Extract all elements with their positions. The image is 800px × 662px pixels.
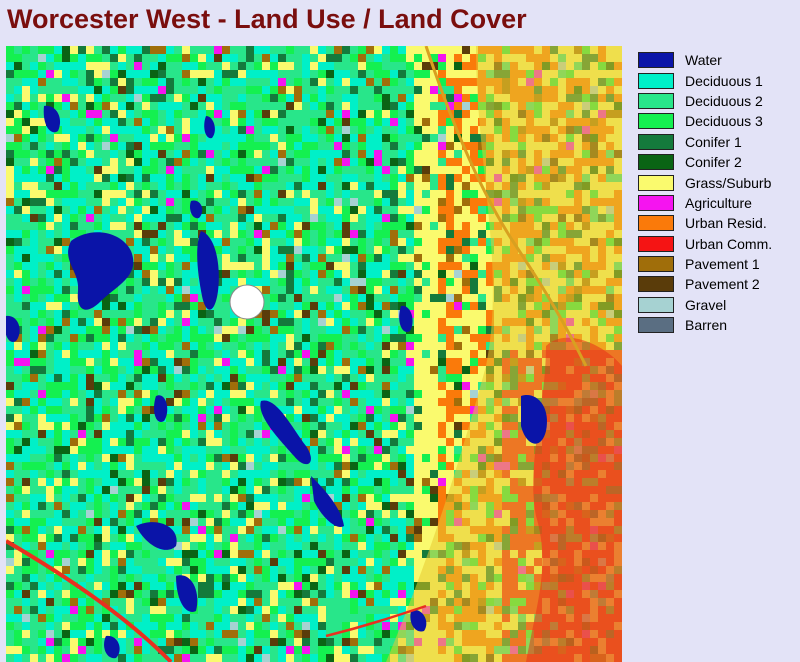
- legend-swatch: [638, 235, 674, 252]
- legend-swatch: [638, 52, 674, 69]
- legend-label: Urban Resid.: [685, 215, 767, 232]
- legend-item: Gravel: [638, 295, 800, 315]
- legend-item: Deciduous 2: [638, 91, 800, 111]
- legend-label: Pavement 1: [685, 256, 760, 273]
- legend-label: Deciduous 3: [685, 113, 763, 130]
- legend-label: Deciduous 1: [685, 72, 763, 89]
- legend-item: Pavement 2: [638, 274, 800, 294]
- legend-swatch: [638, 317, 674, 334]
- legend-item: Agriculture: [638, 193, 800, 213]
- legend-label: Conifer 1: [685, 133, 742, 150]
- legend-label: Conifer 2: [685, 154, 742, 171]
- legend-item: Grass/Suburb: [638, 172, 800, 192]
- legend-swatch: [638, 256, 674, 273]
- legend-swatch: [638, 296, 674, 313]
- legend-swatch: [638, 133, 674, 150]
- legend-label: Grass/Suburb: [685, 174, 772, 191]
- legend-swatch: [638, 174, 674, 191]
- legend-label: Pavement 2: [685, 276, 760, 293]
- legend-label: Gravel: [685, 296, 727, 313]
- legend-swatch: [638, 194, 674, 211]
- legend-item: Urban Comm.: [638, 234, 800, 254]
- legend-label: Agriculture: [685, 194, 752, 211]
- legend-item: Deciduous 1: [638, 70, 800, 90]
- legend-swatch: [638, 276, 674, 293]
- land-cover-map[interactable]: [6, 46, 622, 662]
- legend: Water Deciduous 1 Deciduous 2 Deciduous 3 Co…: [638, 50, 800, 335]
- legend-swatch: [638, 92, 674, 109]
- map-title: Worcester West - Land Use / Land Cover: [7, 4, 527, 34]
- legend-item: Conifer 1: [638, 132, 800, 152]
- legend-item: Barren: [638, 315, 800, 335]
- legend-swatch: [638, 113, 674, 130]
- legend-item: Urban Resid.: [638, 213, 800, 233]
- legend-item: Deciduous 3: [638, 111, 800, 131]
- location-marker: [229, 284, 265, 320]
- legend-swatch: [638, 154, 674, 171]
- legend-swatch: [638, 215, 674, 232]
- legend-label: Deciduous 2: [685, 92, 763, 109]
- legend-item: Pavement 1: [638, 254, 800, 274]
- legend-label: Water: [685, 52, 722, 69]
- legend-item: Conifer 2: [638, 152, 800, 172]
- legend-label: Urban Comm.: [685, 235, 773, 252]
- legend-label: Barren: [685, 317, 728, 334]
- legend-item: Water: [638, 50, 800, 70]
- legend-swatch: [638, 72, 674, 89]
